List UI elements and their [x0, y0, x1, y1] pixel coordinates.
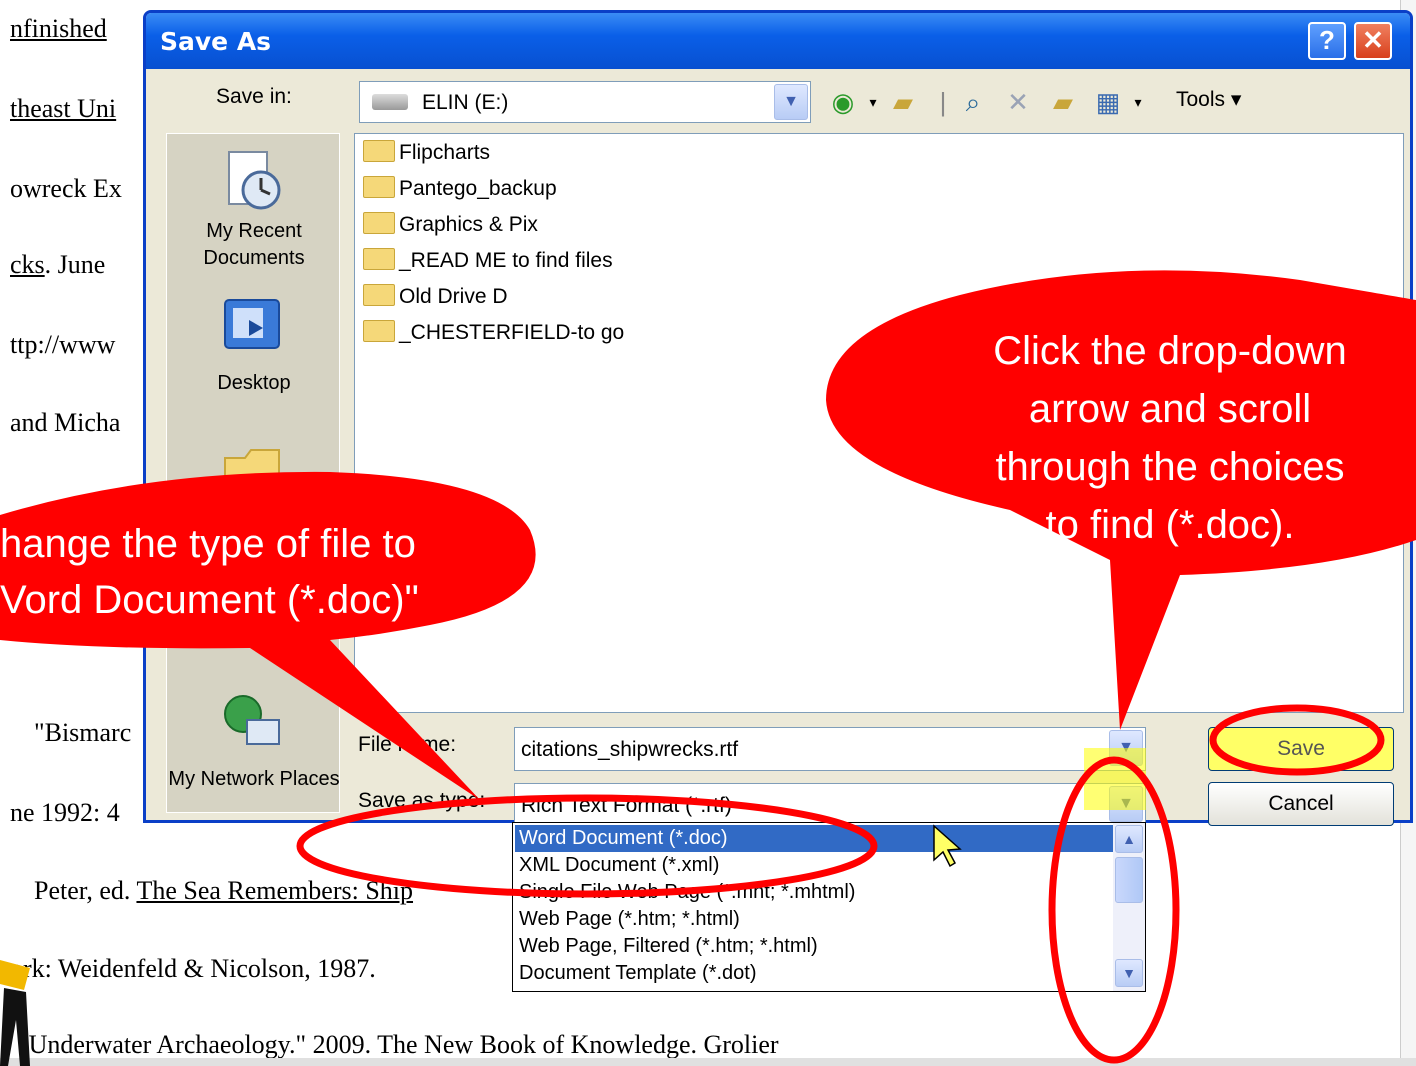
- doc-line: "Bismarc: [34, 718, 132, 747]
- folder-item[interactable]: Old Drive D: [363, 284, 508, 318]
- doc-line: "Underwater Archaeology." 2009. The New …: [18, 1030, 779, 1059]
- save-as-type-select[interactable]: Rich Text Format (*.rtf) ▼: [514, 783, 1146, 827]
- folder-icon: [363, 284, 395, 306]
- callout-right-text: Click the drop-down arrow and scroll thr…: [993, 329, 1347, 547]
- save-in-combo[interactable]: ELIN (E:) ▼: [359, 81, 811, 123]
- place-label: My Network Places: [168, 768, 340, 790]
- folder-icon: [363, 140, 395, 162]
- file-name-input[interactable]: citations_shipwrecks.rtf ▼: [514, 727, 1146, 771]
- delete-icon[interactable]: ✕: [1001, 85, 1035, 119]
- dialog-titlebar[interactable]: Save As ? ✕: [146, 13, 1410, 69]
- folder-icon: [363, 248, 395, 270]
- help-button[interactable]: ?: [1308, 22, 1346, 60]
- back-dropdown-icon[interactable]: ▾: [856, 85, 890, 119]
- file-name-label: File name:: [358, 733, 457, 756]
- save-button[interactable]: Save: [1208, 727, 1394, 771]
- save-as-type-dropdown-list[interactable]: Word Document (*.doc) XML Document (*.xm…: [512, 822, 1146, 992]
- folder-icon: [363, 176, 395, 198]
- dialog-title: Save As: [160, 27, 272, 56]
- dropdown-option-document-template[interactable]: Document Template (*.dot): [515, 960, 1115, 987]
- dropdown-arrow-highlight: [1084, 748, 1146, 810]
- desktop-icon: [224, 299, 280, 349]
- close-button[interactable]: ✕: [1354, 22, 1392, 60]
- places-bar: My Recent Documents Desktop My Network P…: [166, 133, 340, 813]
- folder-icon: [363, 212, 395, 234]
- dropdown-option-web-page-filtered[interactable]: Web Page, Filtered (*.htm; *.html): [515, 933, 1115, 960]
- place-label: Desktop: [217, 372, 291, 394]
- file-name-value: citations_shipwrecks.rtf: [521, 738, 739, 761]
- new-folder-icon[interactable]: ▰: [1046, 85, 1080, 119]
- doc-line: nfinished: [10, 14, 107, 43]
- back-icon[interactable]: ◉: [826, 85, 860, 119]
- doc-line: ttp://www: [10, 330, 116, 359]
- folder-item[interactable]: Flipcharts: [363, 140, 490, 174]
- folder-item[interactable]: Graphics & Pix: [363, 212, 538, 246]
- chevron-down-icon[interactable]: ▼: [774, 84, 808, 120]
- callout-left-text: hange the type of file to Vord Document …: [0, 522, 419, 622]
- save-as-type-value: Rich Text Format (*.rtf): [521, 794, 732, 817]
- my-documents-icon[interactable]: [219, 434, 285, 500]
- cancel-button[interactable]: Cancel: [1208, 782, 1394, 826]
- search-web-icon[interactable]: ⌕: [956, 85, 990, 119]
- save-as-type-label: Save as type:: [358, 789, 486, 812]
- dropdown-scrollbar[interactable]: ▲ ▼: [1113, 823, 1145, 991]
- save-in-label: Save in:: [216, 85, 292, 108]
- doc-line: owreck Ex: [10, 174, 122, 203]
- doc-line: ork: Weidenfeld & Nicolson, 1987.: [10, 954, 376, 983]
- recent-documents-icon: [228, 151, 281, 210]
- dropdown-option-word-document[interactable]: Word Document (*.doc): [515, 825, 1115, 852]
- folder-item[interactable]: _READ ME to find files: [363, 248, 613, 282]
- doc-line: cks. June: [10, 250, 106, 279]
- doc-line: and Micha: [10, 408, 121, 437]
- folder-icon: [363, 320, 395, 342]
- folder-item[interactable]: Pantego_backup: [363, 176, 557, 210]
- scroll-thumb[interactable]: [1115, 857, 1143, 903]
- drive-icon: [372, 94, 408, 110]
- clipart-figure-icon: [0, 960, 30, 1066]
- network-places-icon: [224, 695, 280, 745]
- dropdown-option-xml-document[interactable]: XML Document (*.xml): [515, 852, 1115, 879]
- doc-line: theast Uni: [10, 94, 117, 123]
- doc-line: Peter, ed. The Sea Remembers: Ship: [34, 876, 414, 905]
- dropdown-option-single-file-web-page[interactable]: Single File Web Page (*.mht; *.mhtml): [515, 879, 1115, 906]
- views-icon[interactable]: ▦: [1091, 85, 1125, 119]
- document-bottom-bar: [0, 1058, 1416, 1066]
- place-label: My Recent Documents: [203, 220, 305, 269]
- up-folder-icon[interactable]: ▰: [886, 85, 920, 119]
- doc-line: ne 1992: 4: [10, 798, 120, 827]
- tools-menu[interactable]: Tools ▾: [1176, 87, 1241, 112]
- scroll-down-icon[interactable]: ▼: [1115, 959, 1143, 987]
- separator: |: [939, 87, 947, 117]
- scroll-up-icon[interactable]: ▲: [1115, 825, 1143, 853]
- dropdown-option-web-page[interactable]: Web Page (*.htm; *.html): [515, 906, 1115, 933]
- views-dropdown-icon[interactable]: ▾: [1121, 85, 1155, 119]
- save-in-value: ELIN (E:): [422, 91, 509, 114]
- folder-item[interactable]: _CHESTERFIELD-to go: [363, 320, 624, 354]
